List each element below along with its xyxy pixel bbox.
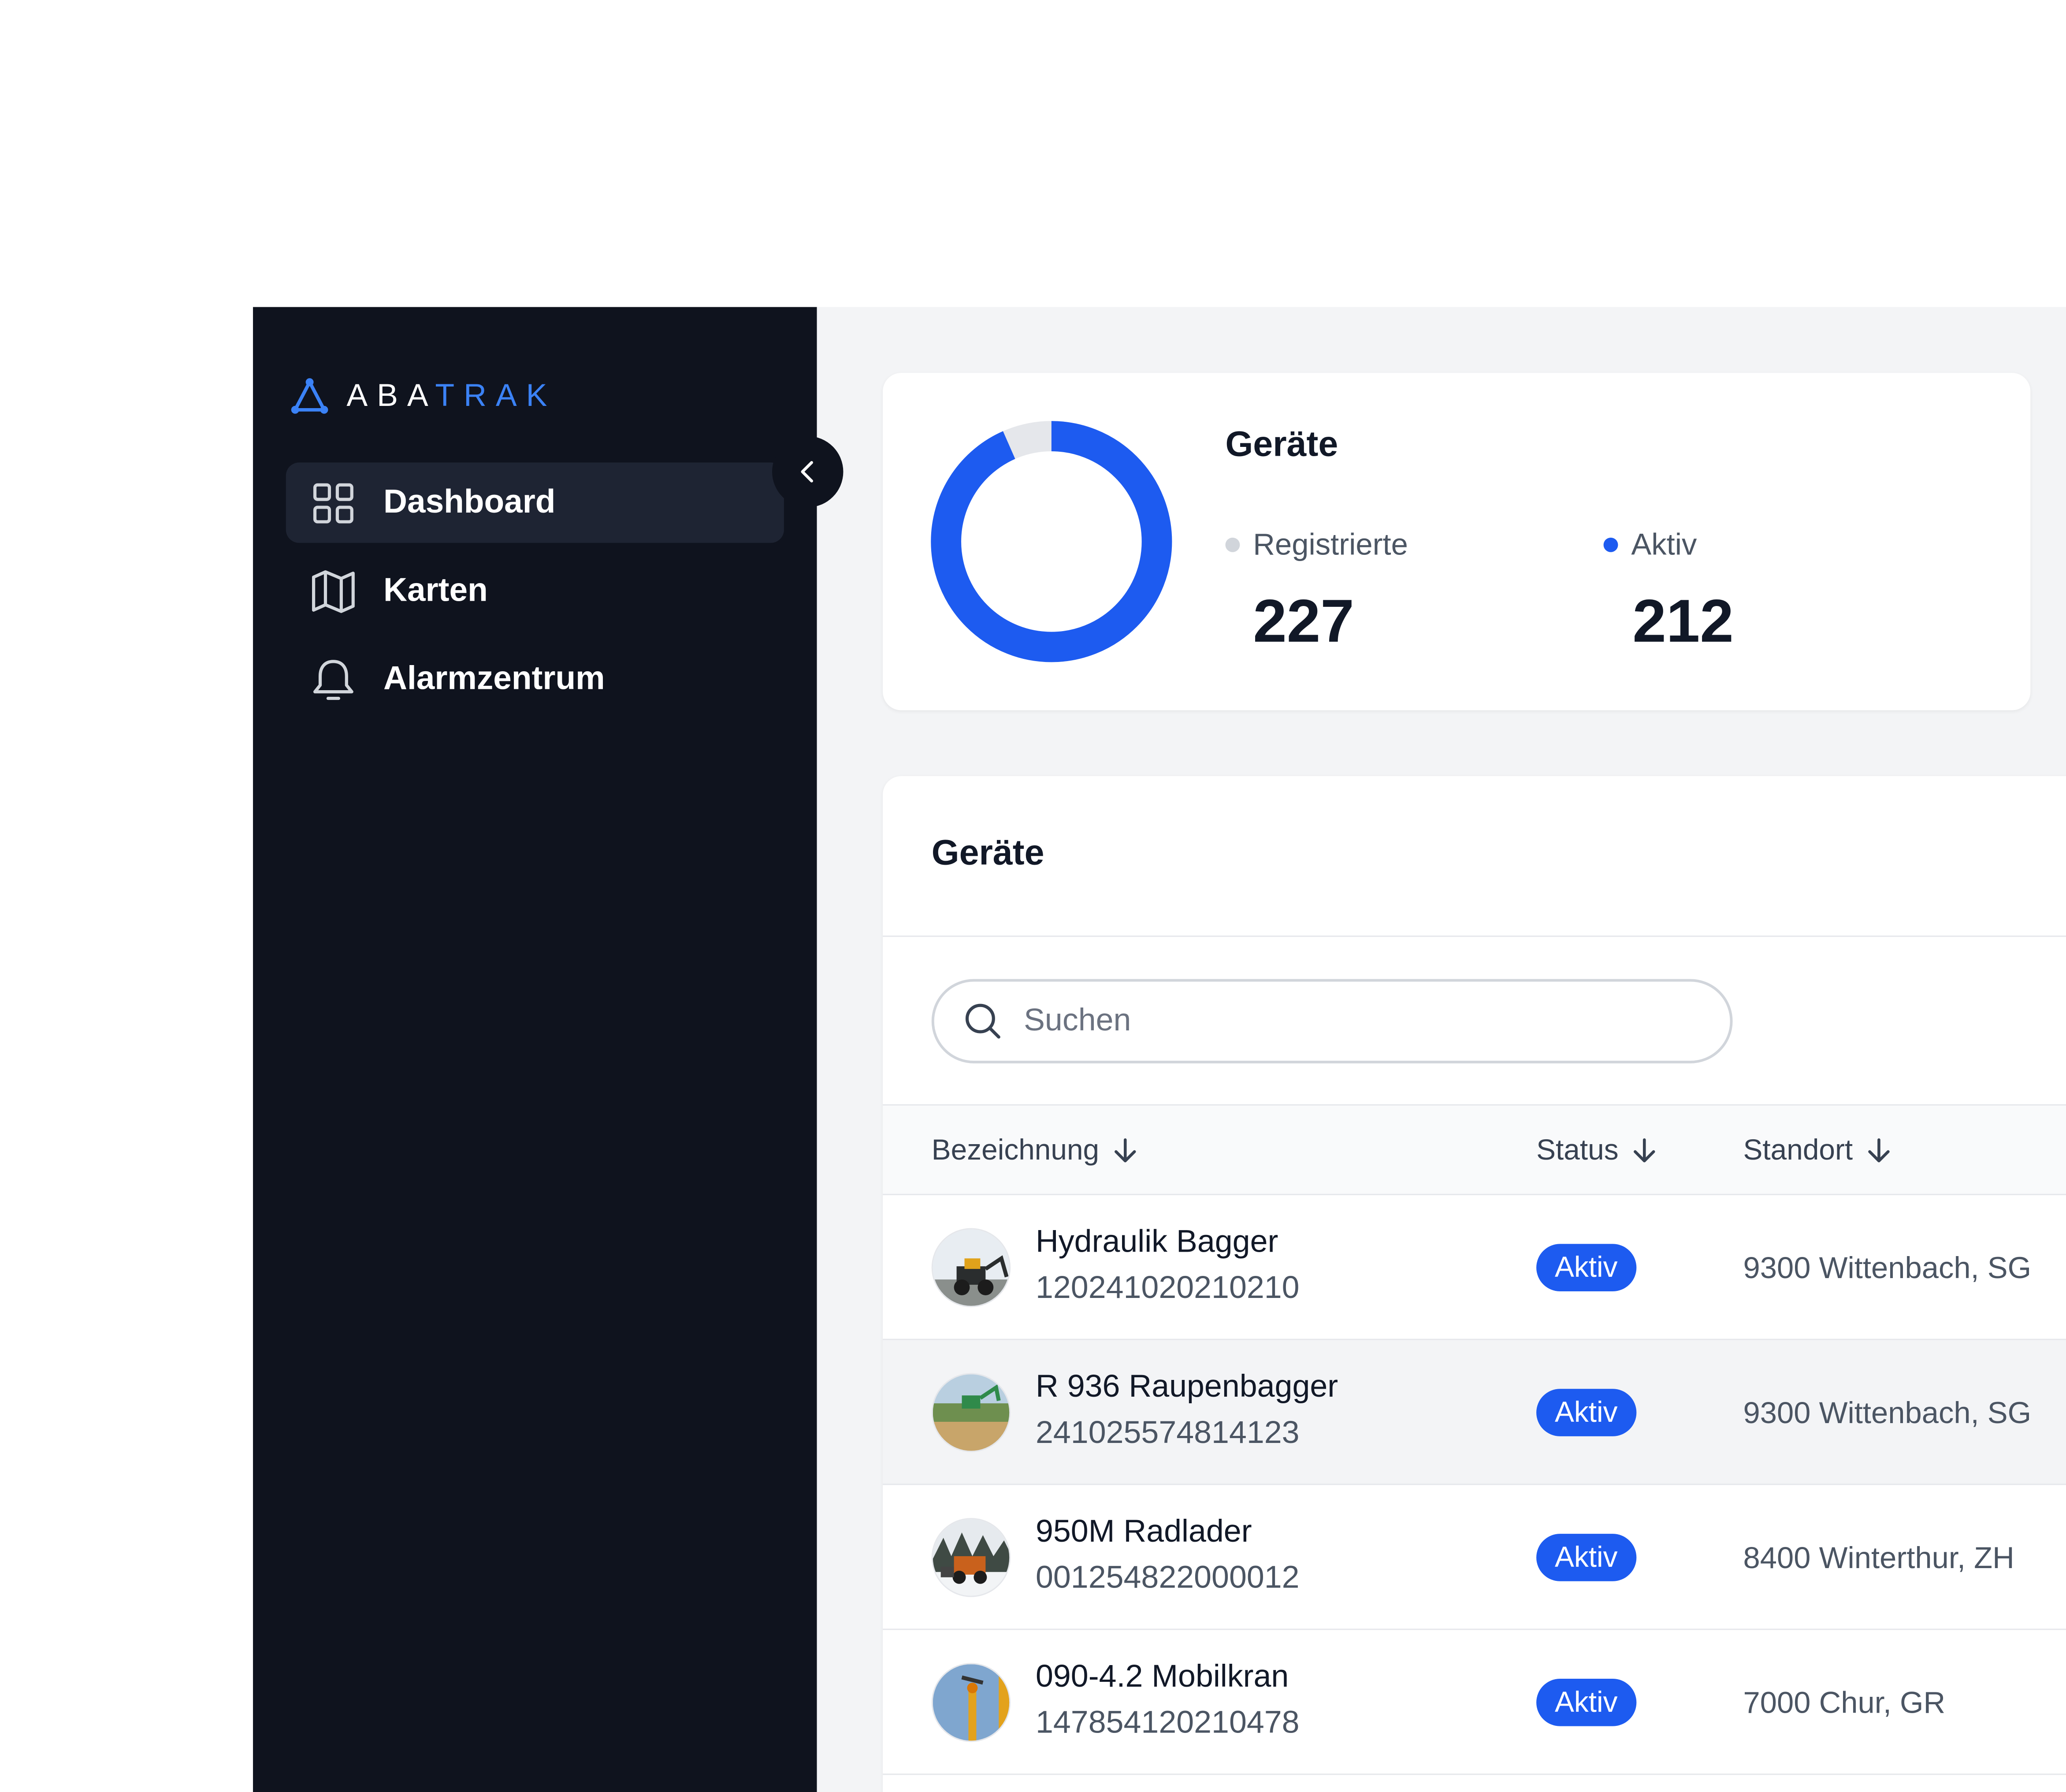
app-logo[interactable]: ABATRAK [289,376,557,418]
legend-dot-registered [1225,537,1240,552]
device-photo-wheel-loader [931,1518,1011,1597]
device-id: 241025574814123 [1035,1415,1300,1451]
map-icon [310,567,357,615]
logo-triangle-icon [291,378,328,414]
sidebar-item-label: Alarmzentrum [383,660,605,697]
table-row[interactable]: 090-4.2 Mobilkran 147854120210478 Aktiv … [883,1630,2066,1775]
logo-prefix: ABA [346,378,435,414]
device-name: 950M Radlader [1035,1514,1252,1550]
device-name: 090-4.2 Mobilkran [1035,1659,1289,1695]
donut-active-arc [931,421,1172,662]
device-name: Hydraulik Bagger [1035,1224,1278,1260]
bell-icon [310,655,357,703]
sidebar-collapse-button[interactable] [772,436,843,508]
arrow-down-icon [1115,1138,1137,1163]
devices-donut-chart [931,421,1172,662]
device-location: 9300 Wittenbach, SG [1743,1250,2032,1285]
column-header-label: Bezeichnung [931,1133,1100,1166]
column-header-status[interactable]: Status [1536,1133,1658,1167]
legend-label-registered: Registrierte [1253,527,1408,561]
column-header-name[interactable]: Bezeichnung [932,1133,1139,1167]
device-id: 120241020210210 [1035,1270,1300,1306]
logo-suffix: TRAK [435,378,557,414]
device-location: 9300 Wittenbach, SG [1743,1395,2032,1430]
device-location: 7000 Chur, GR [1743,1685,1946,1720]
legend-dot-active [1603,537,1618,552]
status-badge: Aktiv [1536,1389,1636,1436]
status-badge: Aktiv [1536,1534,1636,1581]
sidebar-item-label: Dashboard [383,483,556,520]
chevron-left-icon [801,461,814,483]
device-id: 001254822000012 [1035,1560,1300,1596]
stats-title: Geräte [1225,424,1338,464]
devices-title: Geräte [931,833,1044,873]
device-name: R 936 Raupenbagger [1035,1369,1338,1405]
device-photo-mobile-crane [931,1663,1011,1742]
table-row[interactable]: 950M Radlader 001254822000012 Aktiv 8400… [883,1485,2066,1630]
grid-icon [310,479,357,527]
table-row[interactable]: R 936 Raupenbagger 241025574814123 Aktiv… [883,1340,2066,1485]
column-header-label: Status [1536,1133,1619,1166]
column-header-label: Standort [1743,1133,1853,1166]
status-badge: Aktiv [1536,1679,1636,1726]
legend-label-active: Aktiv [1631,527,1697,561]
registered-count: 227 [1253,586,1354,655]
search-icon [965,1004,1000,1039]
app-frame: ABATRAK Dashboard Karten Alarmzentrum Ge… [0,0,2066,1792]
sidebar-item-karten[interactable]: Karten [286,551,784,631]
active-count: 212 [1632,586,1734,655]
column-header-location[interactable]: Standort [1743,1133,1892,1167]
sidebar-item-dashboard[interactable]: Dashboard [286,462,784,543]
device-location: 8400 Winterthur, ZH [1743,1540,2014,1575]
search-input[interactable] [1021,1001,1685,1041]
logo-text: ABATRAK [346,378,556,415]
legend-registered: Registrierte [1225,527,1408,563]
legend-active: Aktiv [1603,527,1697,563]
search-field[interactable] [931,979,1733,1063]
arrow-down-icon [1868,1138,1890,1163]
status-badge: Aktiv [1536,1244,1636,1292]
arrow-down-icon [1634,1138,1656,1163]
sidebar-item-label: Karten [383,572,488,609]
table-row[interactable]: Hydraulik Bagger 120241020210210 Aktiv 9… [883,1195,2066,1340]
device-photo-crawler-excavator [931,1373,1011,1452]
device-id: 147854120210478 [1035,1705,1300,1741]
divider [883,935,2066,937]
device-photo-excavator [931,1228,1011,1307]
sidebar-item-alarmzentrum[interactable]: Alarmzentrum [286,639,784,719]
